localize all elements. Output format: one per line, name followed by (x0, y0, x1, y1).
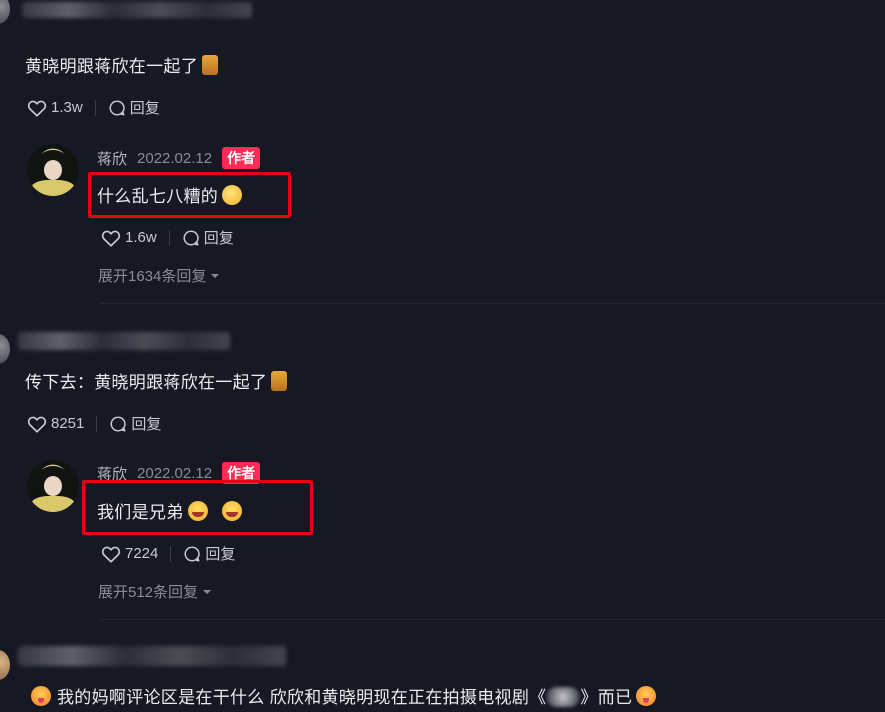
divider (170, 545, 172, 562)
comment-actions: 8251 回复 (27, 413, 161, 434)
tongue-emoji-icon (31, 686, 51, 706)
comment-bubble-icon (109, 415, 127, 433)
author-badge: 作者 (222, 147, 261, 169)
reply-meta: 蒋欣 2022.02.12 作者 (97, 147, 261, 169)
laughing-emoji-icon (221, 501, 242, 521)
chevron-down-icon (202, 588, 212, 596)
reply-button[interactable]: 回复 (109, 413, 161, 434)
reply-label: 回复 (205, 546, 236, 563)
author-avatar[interactable] (27, 144, 79, 196)
reply-actions: 1.6w 回复 (101, 227, 234, 248)
like-count: 1.3w (51, 99, 83, 116)
heart-icon (27, 415, 47, 433)
sticker-emoji-icon (271, 371, 288, 391)
like-button[interactable]: 7224 (101, 545, 158, 563)
expand-label: 展开512条回复 (98, 584, 199, 601)
divider (96, 415, 98, 432)
expand-replies-button[interactable]: 展开1634条回复 (98, 265, 220, 286)
commenter-avatar[interactable] (0, 334, 10, 364)
like-button[interactable]: 1.3w (27, 99, 83, 117)
divider (168, 229, 170, 246)
commenter-avatar[interactable] (0, 650, 10, 680)
divider (94, 99, 96, 116)
reply-actions: 7224 回复 (101, 543, 235, 564)
comment-bubble-icon (182, 229, 200, 247)
sticker-emoji-icon (202, 55, 218, 75)
author-avatar[interactable] (27, 460, 79, 512)
expand-replies-button[interactable]: 展开512条回复 (98, 581, 212, 602)
reply-button[interactable]: 回复 (108, 97, 160, 118)
heart-icon (101, 229, 121, 247)
laughing-emoji-icon (187, 501, 208, 521)
comment-actions: 1.3w 回复 (27, 97, 160, 118)
comment-text: 我的妈啊评论区是在干什么 欣欣和黄晓明现在正在拍摄电视剧《 》而已 (31, 683, 657, 708)
comment-text: 黄晓明跟蒋欣在一起了 (25, 52, 218, 77)
reply-label: 回复 (129, 100, 160, 117)
reply-button[interactable]: 回复 (182, 227, 234, 248)
heart-icon (27, 99, 47, 117)
like-button[interactable]: 1.6w (101, 229, 157, 247)
like-button[interactable]: 8251 (27, 415, 84, 433)
like-count: 7224 (125, 545, 159, 562)
commenter-name-blurred (22, 2, 252, 18)
commenter-name-blurred (18, 332, 230, 350)
reply-text: 我们是兄弟 (97, 498, 242, 523)
like-count: 8251 (51, 415, 85, 432)
reply-button[interactable]: 回复 (183, 543, 235, 564)
reply-label: 回复 (203, 230, 234, 247)
reply-text: 什么乱七八糟的 (97, 182, 243, 207)
reply-label: 回复 (131, 416, 162, 433)
blurred-title (546, 687, 581, 707)
reply-date: 2022.02.12 (137, 149, 213, 167)
heart-icon (101, 545, 121, 563)
comment-bubble-icon (183, 545, 201, 563)
like-count: 1.6w (125, 229, 157, 246)
comment-text: 传下去：黄晓明跟蒋欣在一起了 (25, 368, 288, 393)
yum-emoji-icon (222, 185, 243, 205)
tongue-emoji-icon (636, 686, 657, 706)
commenter-name-blurred (18, 646, 286, 666)
chevron-down-icon (210, 272, 220, 280)
separator (100, 619, 885, 620)
expand-label: 展开1634条回复 (98, 268, 207, 285)
separator (100, 303, 885, 304)
reply-author-name[interactable]: 蒋欣 (97, 148, 127, 169)
reply-date: 2022.02.12 (137, 464, 213, 482)
commenter-avatar[interactable] (0, 0, 10, 24)
comment-bubble-icon (108, 99, 126, 117)
